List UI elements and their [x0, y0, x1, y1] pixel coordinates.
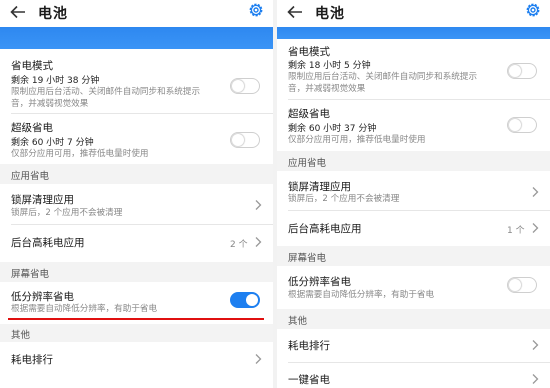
- chevron-right-icon: [532, 340, 539, 350]
- section-label-other: 其他: [288, 316, 308, 327]
- back-arrow-icon[interactable]: [286, 3, 304, 21]
- settings-gear-icon[interactable]: [247, 1, 265, 19]
- toggle-knob: [232, 80, 244, 92]
- back-arrow-icon[interactable]: [9, 3, 27, 21]
- power-saving-title: 省电模式: [288, 46, 330, 58]
- background-high-count: 2 个: [230, 240, 248, 250]
- top-bar: 电池: [277, 0, 550, 26]
- power-saving-toggle[interactable]: [507, 63, 537, 79]
- low-res-desc: 根据需要自动降低分辨率，有助于省电: [11, 304, 158, 314]
- toggle-knob: [509, 119, 521, 131]
- ultra-saving-desc: 仅部分应用可用，推荐低电量时使用: [288, 135, 426, 145]
- divider: [288, 210, 550, 211]
- chevron-right-icon: [255, 354, 262, 364]
- power-saving-desc: 限制应用后台活动、关闭邮件自动同步和系统提示: [288, 72, 478, 82]
- power-saving-title: 省电模式: [11, 60, 53, 72]
- power-saving-remaining: 剩余 19 小时 38 分钟: [11, 76, 100, 86]
- ultra-saving-title: 超级省电: [288, 108, 330, 120]
- section-header-other: [277, 309, 550, 329]
- power-saving-desc-2: 音，并减弱视觉效果: [288, 84, 366, 94]
- section-label-screen: 屏幕省电: [288, 253, 327, 264]
- ultra-saving-desc: 仅部分应用可用，推荐低电量时使用: [11, 149, 149, 159]
- battery-banner: [277, 27, 550, 39]
- low-res-toggle[interactable]: [507, 277, 537, 293]
- power-saving-remaining: 剩余 18 小时 5 分钟: [288, 61, 371, 71]
- divider: [11, 113, 273, 114]
- low-res-title: 低分辨率省电: [11, 291, 74, 303]
- top-bar: 电池: [0, 0, 273, 26]
- section-label-other: 其他: [11, 330, 31, 341]
- ultra-saving-title: 超级省电: [11, 122, 53, 134]
- section-label-app: 应用省电: [11, 171, 50, 182]
- divider: [288, 362, 550, 363]
- chevron-right-icon: [255, 200, 262, 210]
- chevron-right-icon: [532, 374, 539, 384]
- background-high-title[interactable]: 后台高耗电应用: [288, 221, 362, 236]
- low-res-toggle[interactable]: [230, 292, 260, 308]
- toggle-knob: [509, 279, 521, 291]
- lock-clean-desc: 锁屏后，2 个应用不会被清理: [288, 194, 400, 204]
- settings-gear-icon[interactable]: [524, 1, 542, 19]
- section-label-screen: 屏幕省电: [11, 269, 50, 280]
- one-key-saving-title[interactable]: 一键省电: [288, 372, 330, 387]
- background-high-title[interactable]: 后台高耗电应用: [11, 235, 85, 250]
- toggle-knob: [246, 294, 258, 306]
- low-res-desc: 根据需要自动降低分辨率，有助于省电: [288, 290, 435, 300]
- divider: [288, 99, 550, 100]
- power-saving-desc: 限制应用后台活动、关闭邮件自动同步和系统提示: [11, 87, 201, 97]
- divider: [11, 224, 273, 225]
- toggle-knob: [232, 134, 244, 146]
- lock-clean-title[interactable]: 锁屏清理应用: [288, 179, 351, 194]
- low-res-title: 低分辨率省电: [288, 276, 351, 288]
- ranking-title[interactable]: 耗电排行: [11, 352, 53, 367]
- toggle-knob: [509, 65, 521, 77]
- lock-clean-title[interactable]: 锁屏清理应用: [11, 192, 74, 207]
- highlight-underline: [8, 318, 264, 320]
- section-label-app: 应用省电: [288, 158, 327, 169]
- ultra-saving-remaining: 剩余 60 小时 37 分钟: [288, 124, 377, 134]
- left-screen: 电池 省电模式 剩余 19 小时 38 分钟 限制应用后台活动、关闭邮件自动同步…: [0, 0, 273, 388]
- power-saving-desc-2: 音，并减弱视觉效果: [11, 99, 89, 109]
- page-title: 电池: [315, 6, 345, 22]
- ultra-saving-remaining: 剩余 60 小时 7 分钟: [11, 138, 94, 148]
- battery-banner: [0, 27, 273, 49]
- chevron-right-icon: [255, 237, 262, 247]
- chevron-right-icon: [532, 223, 539, 233]
- ranking-title[interactable]: 耗电排行: [288, 338, 330, 353]
- ultra-saving-toggle[interactable]: [507, 117, 537, 133]
- chevron-right-icon: [532, 187, 539, 197]
- page-title: 电池: [38, 6, 68, 22]
- power-saving-toggle[interactable]: [230, 78, 260, 94]
- background-high-count: 1 个: [507, 226, 525, 236]
- section-header-other: [0, 324, 273, 342]
- ultra-saving-toggle[interactable]: [230, 132, 260, 148]
- lock-clean-desc: 锁屏后，2 个应用不会被清理: [11, 208, 123, 218]
- right-screen: 电池 省电模式 剩余 18 小时 5 分钟 限制应用后台活动、关闭邮件自动同步和…: [277, 0, 550, 388]
